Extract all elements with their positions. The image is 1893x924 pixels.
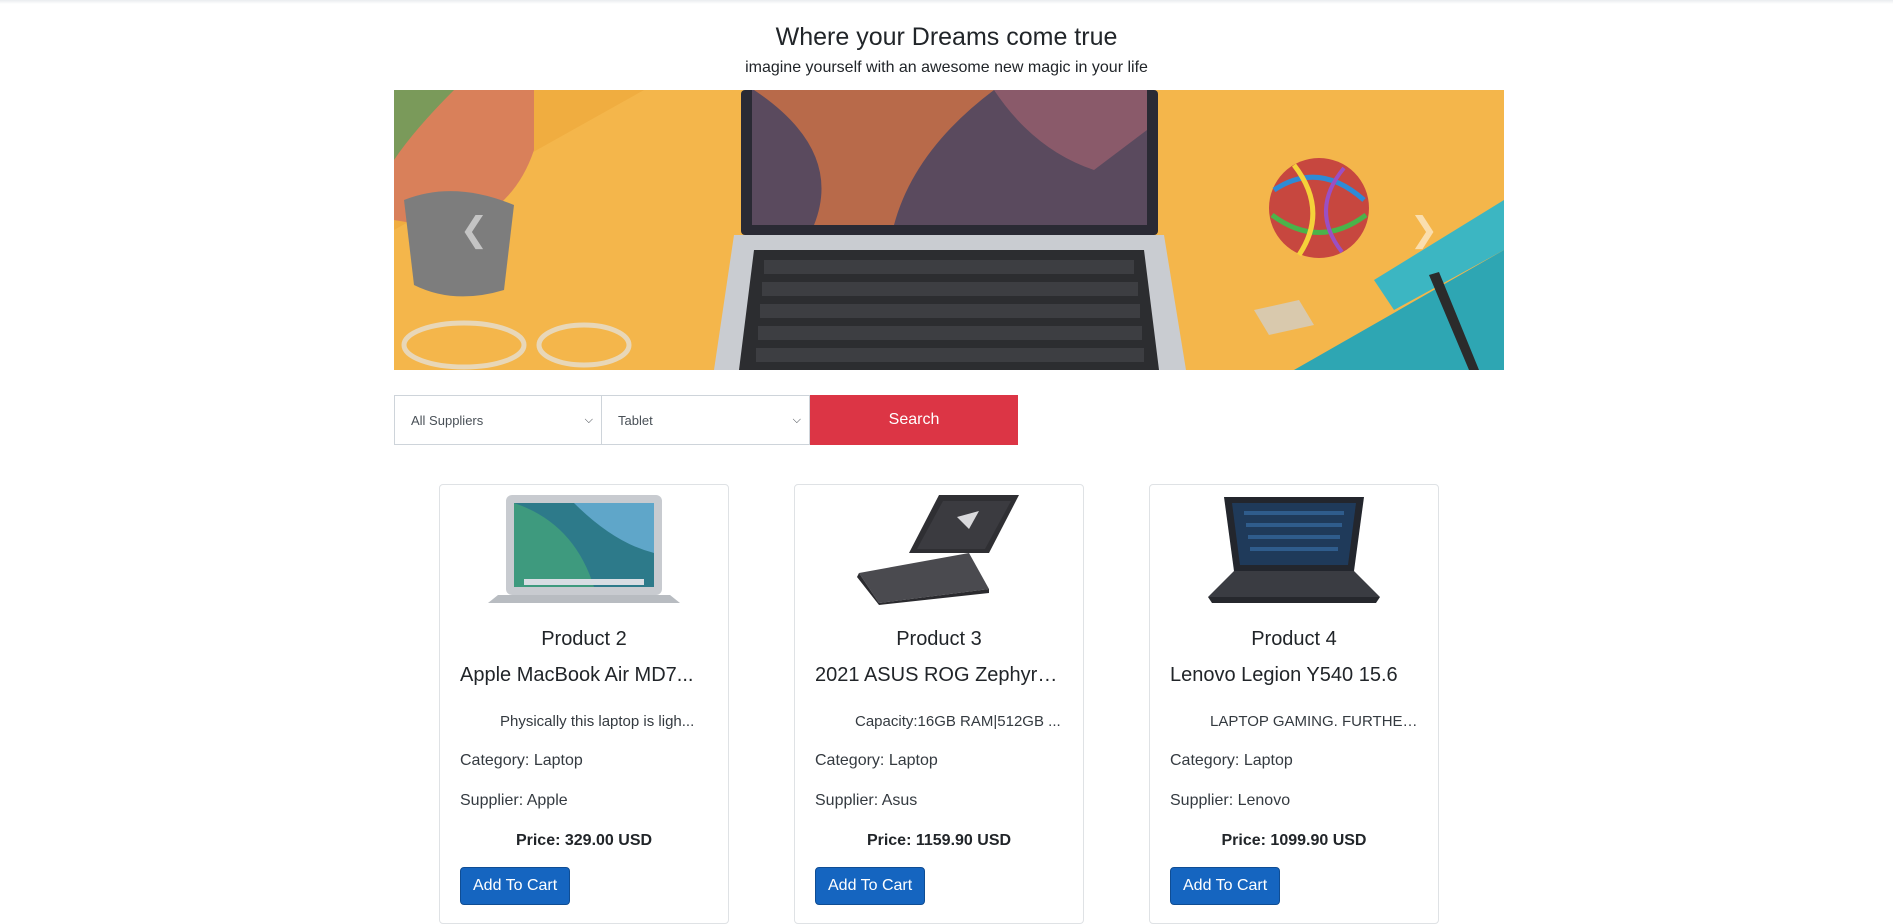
supplier-value: Apple	[526, 792, 568, 809]
supplier-label: Supplier:	[1170, 792, 1234, 809]
product-card: Product 4 Lenovo Legion Y540 15.6 LAPTOP…	[1149, 484, 1439, 924]
supplier-value: Lenovo	[1237, 792, 1291, 809]
product-supplier: Supplier: Asus	[815, 791, 917, 811]
product-price: Price: 329.00 USD	[440, 831, 728, 851]
category-select[interactable]: Tablet ⌵	[602, 395, 810, 445]
top-shadow	[0, 0, 1893, 4]
product-description: Physically this laptop is ligh...	[500, 713, 695, 730]
supplier-select[interactable]: All Suppliers ⌵	[394, 395, 602, 445]
price-value: 1159.90 USD	[915, 832, 1012, 849]
product-name: Lenovo Legion Y540 15.6	[1170, 664, 1398, 686]
product-supplier: Supplier: Lenovo	[1170, 791, 1290, 811]
chevron-down-icon: ⌵	[792, 413, 801, 426]
product-list: Product 2 Apple MacBook Air MD7... Physi…	[439, 484, 1439, 924]
price-label: Price:	[1221, 832, 1266, 849]
category-value: Laptop	[1243, 752, 1293, 769]
product-name: Apple MacBook Air MD7...	[460, 664, 694, 686]
product-category: Category: Laptop	[815, 751, 938, 771]
supplier-select-value: All Suppliers	[411, 412, 484, 428]
product-card: Product 2 Apple MacBook Air MD7... Physi…	[439, 484, 729, 924]
carousel-next-button[interactable]: ❯	[1364, 90, 1484, 370]
product-supplier: Supplier: Apple	[460, 791, 568, 811]
add-to-cart-button[interactable]: Add To Cart	[460, 867, 571, 905]
chevron-down-icon: ⌵	[584, 413, 593, 426]
product-price: Price: 1159.90 USD	[795, 831, 1083, 851]
category-label: Category:	[815, 752, 885, 769]
product-image	[1150, 493, 1438, 605]
hero-carousel: ❮ ❯	[394, 90, 1504, 370]
price-label: Price:	[515, 832, 561, 849]
product-card: Product 3 2021 ASUS ROG Zephyru... Capac…	[794, 484, 1084, 924]
product-number: Product 3	[896, 628, 982, 650]
product-number: Product 4	[1251, 628, 1337, 650]
supplier-value: Asus	[881, 792, 918, 809]
page-subtitle: imagine yourself with an awesome new mag…	[745, 59, 1148, 76]
carousel-prev-button[interactable]: ❮	[414, 90, 534, 370]
product-name: 2021 ASUS ROG Zephyru...	[815, 664, 1065, 686]
category-select-value: Tablet	[618, 412, 653, 428]
chevron-left-icon: ❮	[459, 210, 489, 250]
product-description: LAPTOP GAMING. FURTHER...	[1210, 713, 1420, 730]
supplier-label: Supplier:	[460, 792, 524, 809]
product-image	[795, 493, 1083, 605]
category-label: Category:	[1170, 752, 1240, 769]
page-title: Where your Dreams come true	[775, 23, 1118, 51]
add-to-cart-button[interactable]: Add To Cart	[1170, 867, 1281, 905]
supplier-label: Supplier:	[815, 792, 879, 809]
page-header: Where your Dreams come true imagine your…	[0, 22, 1893, 78]
product-image	[440, 493, 728, 605]
product-price: Price: 1099.90 USD	[1150, 831, 1438, 851]
chevron-right-icon: ❯	[1409, 210, 1439, 250]
category-value: Laptop	[533, 752, 583, 769]
hero-image	[394, 90, 1504, 370]
price-value: 1099.90 USD	[1270, 832, 1367, 849]
category-label: Category:	[460, 752, 530, 769]
category-value: Laptop	[888, 752, 938, 769]
search-bar: All Suppliers ⌵ Tablet ⌵ Search	[394, 395, 1018, 445]
product-category: Category: Laptop	[1170, 751, 1293, 771]
price-label: Price:	[866, 832, 912, 849]
product-description: Capacity:16GB RAM|512GB ...	[855, 713, 1061, 730]
price-value: 329.00 USD	[564, 832, 653, 849]
product-number: Product 2	[541, 628, 627, 650]
add-to-cart-button[interactable]: Add To Cart	[815, 867, 926, 905]
search-button[interactable]: Search	[810, 395, 1018, 445]
product-category: Category: Laptop	[460, 751, 583, 771]
